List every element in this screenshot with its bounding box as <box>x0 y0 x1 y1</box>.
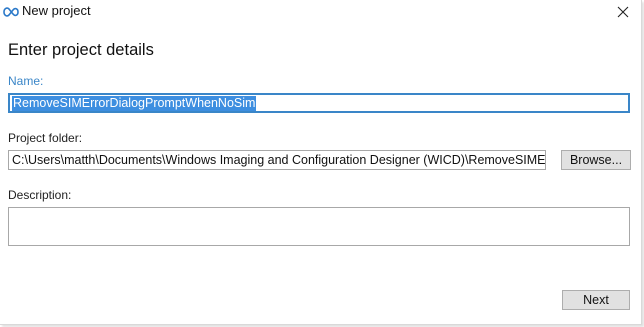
description-label: Description: <box>8 188 72 202</box>
name-label: Name: <box>8 74 44 88</box>
browse-button[interactable]: Browse... <box>561 150 631 170</box>
project-name-selected-text: RemoveSIMErrorDialogPromptWhenNoSim <box>12 95 257 111</box>
project-name-input[interactable]: RemoveSIMErrorDialogPromptWhenNoSim <box>8 93 630 113</box>
page-heading: Enter project details <box>8 41 154 59</box>
title-bar: New project <box>0 0 641 24</box>
next-button[interactable]: Next <box>562 290 630 310</box>
project-folder-label: Project folder: <box>8 131 83 145</box>
window-title: New project <box>22 3 91 18</box>
description-input[interactable] <box>8 207 630 246</box>
new-project-dialog: New project Enter project details Name: … <box>0 0 642 325</box>
wicd-app-icon <box>3 5 19 17</box>
close-icon[interactable] <box>612 2 634 22</box>
project-folder-input[interactable]: C:\Users\matth\Documents\Windows Imaging… <box>8 150 546 170</box>
